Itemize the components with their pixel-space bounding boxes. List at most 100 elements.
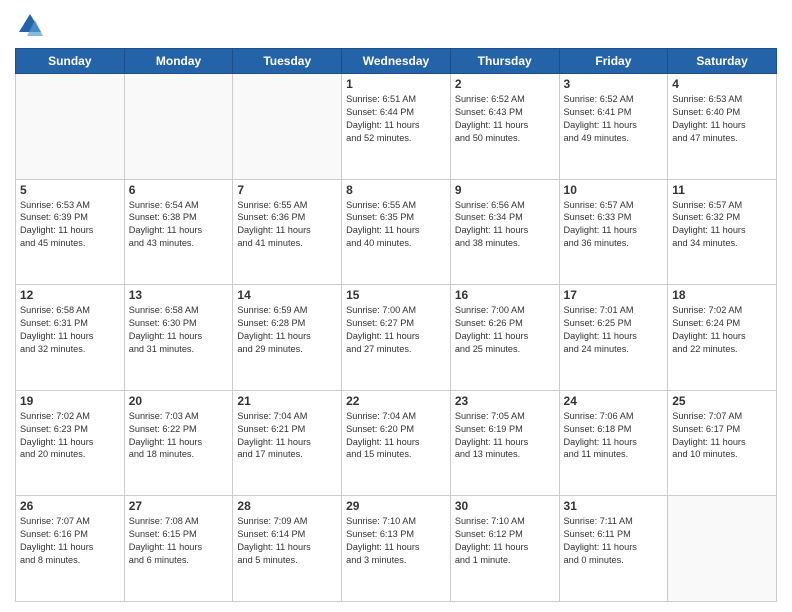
day-number: 1 (346, 77, 446, 91)
day-number: 2 (455, 77, 555, 91)
day-info: Sunrise: 6:53 AM Sunset: 6:39 PM Dayligh… (20, 199, 120, 251)
week-row-2: 12 Sunrise: 6:58 AM Sunset: 6:31 PM Dayli… (16, 285, 777, 391)
day-info: Sunrise: 7:06 AM Sunset: 6:18 PM Dayligh… (564, 410, 664, 462)
day-info: Sunrise: 7:02 AM Sunset: 6:23 PM Dayligh… (20, 410, 120, 462)
calendar-cell: 21Sunrise: 7:04 AM Sunset: 6:21 PM Dayli… (233, 390, 342, 496)
day-info: Sunrise: 7:09 AM Sunset: 6:14 PM Dayligh… (237, 515, 337, 567)
header-row: SundayMondayTuesdayWednesdayThursdayFrid… (16, 49, 777, 74)
day-info: Sunrise: 7:07 AM Sunset: 6:16 PM Dayligh… (20, 515, 120, 567)
calendar-cell: 25 Sunrise: 7:07 AM Sunset: 6:17 PM Dayli… (668, 390, 777, 496)
calendar-table: SundayMondayTuesdayWednesdayThursdayFrid… (15, 48, 777, 602)
day-header-friday: Friday (559, 49, 668, 74)
day-number: 18 (672, 288, 772, 302)
day-header-sunday: Sunday (16, 49, 125, 74)
calendar-cell: 22Sunrise: 7:04 AM Sunset: 6:20 PM Dayli… (342, 390, 451, 496)
day-info: Sunrise: 6:52 AM Sunset: 6:43 PM Dayligh… (455, 93, 555, 145)
day-info: Sunrise: 7:01 AM Sunset: 6:25 PM Dayligh… (564, 304, 664, 356)
calendar-cell: 27Sunrise: 7:08 AM Sunset: 6:15 PM Dayli… (124, 496, 233, 602)
day-number: 15 (346, 288, 446, 302)
day-info: Sunrise: 6:58 AM Sunset: 6:31 PM Dayligh… (20, 304, 120, 356)
calendar-cell (124, 74, 233, 180)
calendar-cell (16, 74, 125, 180)
calendar-cell: 3 Sunrise: 6:52 AM Sunset: 6:41 PM Daylig… (559, 74, 668, 180)
day-info: Sunrise: 6:51 AM Sunset: 6:44 PM Dayligh… (346, 93, 446, 145)
day-info: Sunrise: 6:52 AM Sunset: 6:41 PM Dayligh… (564, 93, 664, 145)
calendar-cell: 15 Sunrise: 7:00 AM Sunset: 6:27 PM Dayli… (342, 285, 451, 391)
day-number: 17 (564, 288, 664, 302)
day-info: Sunrise: 6:55 AM Sunset: 6:35 PM Dayligh… (346, 199, 446, 251)
calendar-cell: 30 Sunrise: 7:10 AM Sunset: 6:12 PM Dayli… (450, 496, 559, 602)
day-number: 21 (237, 394, 337, 408)
day-number: 29 (346, 499, 446, 513)
day-number: 24 (564, 394, 664, 408)
day-info: Sunrise: 6:57 AM Sunset: 6:33 PM Dayligh… (564, 199, 664, 251)
calendar-cell: 19 Sunrise: 7:02 AM Sunset: 6:23 PM Dayli… (16, 390, 125, 496)
day-number: 20 (129, 394, 229, 408)
day-number: 10 (564, 183, 664, 197)
calendar-cell: 7Sunrise: 6:55 AM Sunset: 6:36 PM Daylig… (233, 179, 342, 285)
day-info: Sunrise: 6:54 AM Sunset: 6:38 PM Dayligh… (129, 199, 229, 251)
calendar-cell (668, 496, 777, 602)
day-info: Sunrise: 7:00 AM Sunset: 6:26 PM Dayligh… (455, 304, 555, 356)
day-number: 5 (20, 183, 120, 197)
week-row-3: 19 Sunrise: 7:02 AM Sunset: 6:23 PM Dayli… (16, 390, 777, 496)
day-number: 6 (129, 183, 229, 197)
day-number: 9 (455, 183, 555, 197)
day-number: 8 (346, 183, 446, 197)
calendar-cell: 11 Sunrise: 6:57 AM Sunset: 6:32 PM Dayli… (668, 179, 777, 285)
calendar-cell: 2 Sunrise: 6:52 AM Sunset: 6:43 PM Daylig… (450, 74, 559, 180)
calendar-cell: 5 Sunrise: 6:53 AM Sunset: 6:39 PM Daylig… (16, 179, 125, 285)
calendar-cell: 9 Sunrise: 6:56 AM Sunset: 6:34 PM Daylig… (450, 179, 559, 285)
day-number: 26 (20, 499, 120, 513)
day-number: 19 (20, 394, 120, 408)
calendar-cell: 17 Sunrise: 7:01 AM Sunset: 6:25 PM Dayli… (559, 285, 668, 391)
day-number: 23 (455, 394, 555, 408)
calendar-cell: 1 Sunrise: 6:51 AM Sunset: 6:44 PM Daylig… (342, 74, 451, 180)
day-number: 13 (129, 288, 229, 302)
day-info: Sunrise: 7:04 AM Sunset: 6:20 PM Dayligh… (346, 410, 446, 462)
day-number: 3 (564, 77, 664, 91)
day-number: 28 (237, 499, 337, 513)
day-info: Sunrise: 7:11 AM Sunset: 6:11 PM Dayligh… (564, 515, 664, 567)
page: SundayMondayTuesdayWednesdayThursdayFrid… (0, 0, 792, 612)
calendar-cell: 28 Sunrise: 7:09 AM Sunset: 6:14 PM Dayli… (233, 496, 342, 602)
day-number: 30 (455, 499, 555, 513)
calendar-cell: 6 Sunrise: 6:54 AM Sunset: 6:38 PM Daylig… (124, 179, 233, 285)
calendar-cell: 12 Sunrise: 6:58 AM Sunset: 6:31 PM Dayli… (16, 285, 125, 391)
calendar-cell: 23 Sunrise: 7:05 AM Sunset: 6:19 PM Dayli… (450, 390, 559, 496)
header (15, 10, 777, 40)
day-info: Sunrise: 7:03 AM Sunset: 6:22 PM Dayligh… (129, 410, 229, 462)
calendar-cell: 26 Sunrise: 7:07 AM Sunset: 6:16 PM Dayli… (16, 496, 125, 602)
day-number: 14 (237, 288, 337, 302)
calendar-cell: 14 Sunrise: 6:59 AM Sunset: 6:28 PM Dayli… (233, 285, 342, 391)
day-number: 11 (672, 183, 772, 197)
calendar-cell (233, 74, 342, 180)
week-row-1: 5 Sunrise: 6:53 AM Sunset: 6:39 PM Daylig… (16, 179, 777, 285)
week-row-0: 1 Sunrise: 6:51 AM Sunset: 6:44 PM Daylig… (16, 74, 777, 180)
day-number: 25 (672, 394, 772, 408)
day-info: Sunrise: 6:53 AM Sunset: 6:40 PM Dayligh… (672, 93, 772, 145)
day-info: Sunrise: 7:08 AM Sunset: 6:15 PM Dayligh… (129, 515, 229, 567)
day-header-thursday: Thursday (450, 49, 559, 74)
calendar-cell: 10 Sunrise: 6:57 AM Sunset: 6:33 PM Dayli… (559, 179, 668, 285)
calendar-cell: 24 Sunrise: 7:06 AM Sunset: 6:18 PM Dayli… (559, 390, 668, 496)
day-header-wednesday: Wednesday (342, 49, 451, 74)
day-number: 16 (455, 288, 555, 302)
day-number: 7 (237, 183, 337, 197)
day-info: Sunrise: 7:00 AM Sunset: 6:27 PM Dayligh… (346, 304, 446, 356)
day-info: Sunrise: 6:59 AM Sunset: 6:28 PM Dayligh… (237, 304, 337, 356)
day-info: Sunrise: 6:57 AM Sunset: 6:32 PM Dayligh… (672, 199, 772, 251)
logo-icon (15, 10, 45, 40)
day-info: Sunrise: 7:05 AM Sunset: 6:19 PM Dayligh… (455, 410, 555, 462)
calendar-cell: 4Sunrise: 6:53 AM Sunset: 6:40 PM Daylig… (668, 74, 777, 180)
week-row-4: 26 Sunrise: 7:07 AM Sunset: 6:16 PM Dayli… (16, 496, 777, 602)
calendar-cell: 13Sunrise: 6:58 AM Sunset: 6:30 PM Dayli… (124, 285, 233, 391)
day-info: Sunrise: 6:56 AM Sunset: 6:34 PM Dayligh… (455, 199, 555, 251)
calendar-cell: 20 Sunrise: 7:03 AM Sunset: 6:22 PM Dayli… (124, 390, 233, 496)
day-info: Sunrise: 7:10 AM Sunset: 6:12 PM Dayligh… (455, 515, 555, 567)
calendar-cell: 31Sunrise: 7:11 AM Sunset: 6:11 PM Dayli… (559, 496, 668, 602)
day-number: 12 (20, 288, 120, 302)
day-info: Sunrise: 7:07 AM Sunset: 6:17 PM Dayligh… (672, 410, 772, 462)
day-info: Sunrise: 7:10 AM Sunset: 6:13 PM Dayligh… (346, 515, 446, 567)
calendar-cell: 8 Sunrise: 6:55 AM Sunset: 6:35 PM Daylig… (342, 179, 451, 285)
